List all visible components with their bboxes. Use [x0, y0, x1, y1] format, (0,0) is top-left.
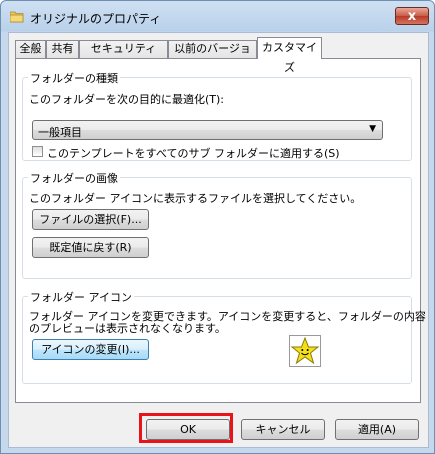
change-icon-button[interactable]: アイコンの変更(I)... [32, 339, 149, 360]
title-bar: オリジナルのプロパティ x [1, 1, 434, 32]
properties-dialog: オリジナルのプロパティ x 全般 共有 セキュリティ 以前のバージョン カスタマ… [0, 0, 435, 454]
folder-type-label: フォルダーの種類 [28, 70, 120, 86]
cancel-button[interactable]: キャンセル [241, 419, 325, 440]
close-button[interactable]: x [395, 7, 429, 25]
choose-file-button[interactable]: ファイルの選択(F)... [32, 209, 149, 230]
folder-picture-label: フォルダーの画像 [28, 170, 120, 186]
dialog-client: 全般 共有 セキュリティ 以前のバージョン カスタマイズ フォルダーの種類 この… [8, 32, 429, 448]
close-icon: x [407, 9, 417, 24]
optimize-select-value: 一般項目 [38, 126, 82, 139]
folder-icon-description-2: のプレビューは表示されなくなります。 [29, 322, 226, 335]
smiley-star-icon [290, 336, 320, 365]
ok-highlight-box [139, 413, 233, 443]
folder-picture-group: フォルダーの画像 このフォルダー アイコンに表示するファイルを選択してください。… [22, 170, 412, 279]
folder-type-group: フォルダーの種類 このフォルダーを次の目的に最適化(T): 一般項目 ▼ このテ… [22, 70, 412, 161]
chevron-down-icon: ▼ [369, 124, 376, 134]
folder-icon-group: フォルダー アイコン フォルダー アイコンを変更できます。アイコンを変更すると、… [22, 289, 426, 384]
apply-button[interactable]: 適用(A) [335, 419, 419, 440]
customize-panel: フォルダーの種類 このフォルダーを次の目的に最適化(T): 一般項目 ▼ このテ… [15, 58, 426, 403]
window-title: オリジナルのプロパティ [30, 12, 162, 26]
tab-sharing[interactable]: 共有 [46, 40, 79, 58]
optimize-description: このフォルダーを次の目的に最適化(T): [29, 93, 225, 106]
tab-previous-versions[interactable]: 以前のバージョン [168, 40, 257, 71]
tab-general[interactable]: 全般 [15, 40, 46, 58]
apply-subfolders-checkbox[interactable] [32, 146, 43, 157]
apply-subfolders-label[interactable]: このテンプレートをすべてのサブ フォルダーに適用する(S) [47, 145, 340, 161]
folder-picture-description: このフォルダー アイコンに表示するファイルを選択してください。 [29, 192, 362, 205]
optimize-select[interactable]: 一般項目 ▼ [32, 120, 383, 140]
folder-icon-label: フォルダー アイコン [28, 289, 134, 305]
folder-icon [10, 11, 24, 23]
tab-security[interactable]: セキュリティ [79, 40, 168, 58]
icon-preview [289, 335, 321, 367]
restore-default-button[interactable]: 既定値に戻す(R) [32, 237, 149, 258]
tab-customize[interactable]: カスタマイズ [257, 37, 322, 74]
